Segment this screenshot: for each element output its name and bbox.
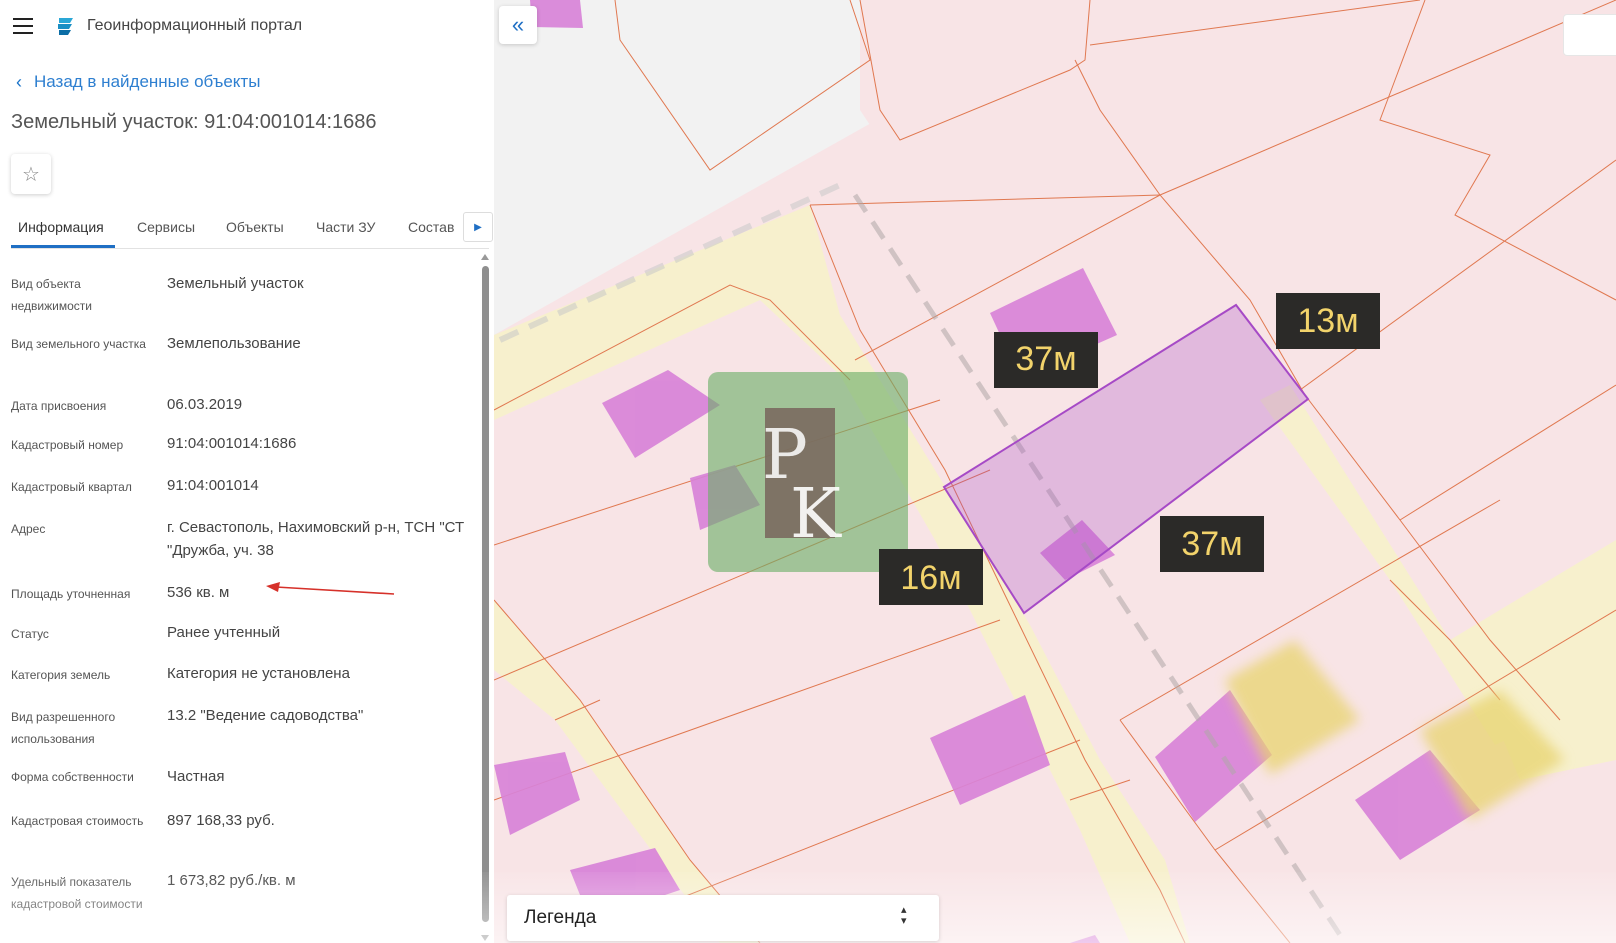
annotation-arrow-icon	[266, 582, 395, 595]
prop-value-specific-value: 1 673,82 руб./кв. м	[167, 872, 296, 889]
measurement-label-text: 13м	[1297, 302, 1358, 340]
prop-label-parcel-type: Вид земельного участка	[11, 337, 146, 351]
measurement-label-text: 16м	[900, 559, 961, 597]
measurement-label: 16м	[879, 549, 983, 605]
prop-value-object-type: Земельный участок	[167, 275, 304, 292]
prop-label-ownership: Форма собственности	[11, 770, 134, 784]
menu-icon[interactable]	[13, 18, 33, 34]
prop-label-status: Статус	[11, 627, 49, 641]
prop-label-object-type: Вид объекта недвижимости	[11, 277, 92, 313]
prop-value-status: Ранее учтенный	[167, 624, 281, 641]
measurement-label-text: 37м	[1015, 340, 1076, 378]
watermark-letter-k: K	[790, 475, 842, 554]
info-panel: Геоинформационный портал ‹ Назад в найде…	[0, 0, 494, 943]
prop-label-permitted-use: Вид разрешенного использования	[11, 710, 116, 746]
prop-value-permitted-use: 13.2 "Ведение садоводства"	[167, 707, 364, 724]
measurement-label: 37м	[1160, 516, 1264, 572]
prop-value-address: г. Севастополь, Нахимовский р-н, ТСН "СТ…	[167, 519, 465, 559]
prop-label-cadastral-number: Кадастровый номер	[11, 438, 124, 452]
measurement-label-text: 37м	[1181, 525, 1242, 563]
back-to-results-link[interactable]: ‹ Назад в найденные объекты	[16, 71, 260, 93]
measurement-label: 37м	[994, 332, 1098, 388]
tab-composition[interactable]: Состав	[408, 219, 454, 235]
tab-objects[interactable]: Объекты	[226, 219, 284, 235]
prop-label-address: Адрес	[11, 522, 46, 536]
tabs-scroll-right-icon[interactable]: ▶	[463, 212, 493, 242]
watermark-logo-icon: P K	[708, 372, 908, 572]
portal-logo-icon	[58, 18, 73, 35]
prop-value-cadastral-number: 91:04:001014:1686	[167, 435, 297, 452]
prop-value-cadastral-quarter: 91:04:001014	[167, 477, 259, 494]
tab-info[interactable]: Информация	[18, 219, 104, 235]
tab-bar: Информация Сервисы Объекты Части ЗУ Сост…	[11, 212, 493, 249]
prop-value-land-category: Категория не установлена	[167, 665, 350, 682]
collapse-panel-icon[interactable]: «	[499, 6, 537, 44]
top-bar: Геоинформационный портал	[0, 0, 494, 52]
prop-label-land-category: Категория земель	[11, 668, 111, 682]
prop-label-cadastral-quarter: Кадастровый квартал	[11, 480, 132, 494]
map-control-box[interactable]	[1563, 14, 1616, 56]
active-tab-indicator	[11, 245, 115, 248]
prop-value-assign-date: 06.03.2019	[167, 396, 243, 413]
tab-parts[interactable]: Части ЗУ	[316, 219, 375, 235]
legend-dropdown[interactable]: Легенда ▴ ▾	[507, 895, 939, 941]
favorite-star-icon[interactable]: ☆	[11, 154, 51, 194]
prop-label-specific-value: Удельный показатель кадастровой стоимост…	[11, 875, 143, 911]
scroll-down-arrow-icon[interactable]	[481, 935, 489, 941]
prop-label-cadastral-value: Кадастровая стоимость	[11, 814, 144, 828]
prop-value-cadastral-value: 897 168,33 руб.	[167, 812, 275, 829]
back-link-label: Назад в найденные объекты	[34, 72, 261, 91]
prop-value-parcel-type: Землепользование	[167, 335, 301, 352]
prop-label-assign-date: Дата присвоения	[11, 399, 107, 413]
map-view[interactable]: P K 37м 13м 16м 37м	[494, 0, 1616, 943]
chevron-left-icon: ‹	[16, 71, 22, 92]
prop-label-area: Площадь уточненная	[11, 587, 131, 601]
legend-label: Легенда	[524, 907, 597, 928]
measurement-label: 13м	[1276, 293, 1380, 349]
cadastral-map[interactable]: P K 37м 13м 16м 37м	[494, 0, 1616, 943]
tab-services[interactable]: Сервисы	[137, 219, 195, 235]
scroll-thumb[interactable]	[482, 266, 489, 922]
panel-scrollbar[interactable]	[481, 254, 490, 941]
app-title: Геоинформационный портал	[87, 17, 303, 34]
scroll-up-arrow-icon[interactable]	[481, 254, 489, 260]
page-title: Земельный участок: 91:04:001014:1686	[11, 111, 377, 133]
prop-value-ownership: Частная	[167, 768, 225, 785]
sort-arrows-icon: ▴ ▾	[901, 904, 907, 927]
